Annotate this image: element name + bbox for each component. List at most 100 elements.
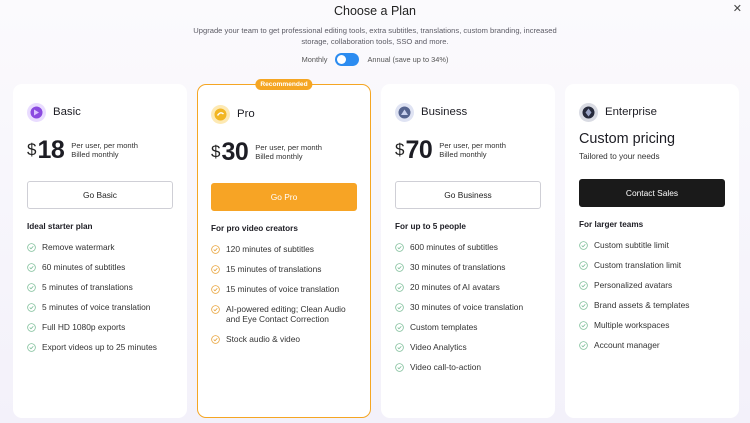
plan-header-pro: Pro [211, 104, 357, 124]
feature-text: Video Analytics [410, 342, 467, 352]
currency-symbol: $ [27, 140, 37, 159]
check-icon [211, 245, 220, 254]
page-subtitle: Upgrade your team to get professional ed… [193, 26, 557, 46]
basic-plan-icon [27, 102, 46, 122]
check-icon [395, 243, 404, 252]
feature-item: Personalized avatars [579, 280, 725, 290]
check-icon [27, 343, 36, 352]
enterprise-plan-icon [579, 102, 598, 122]
feature-text: Remove watermark [42, 242, 115, 252]
feature-list: Remove watermark 60 minutes of subtitles… [27, 242, 173, 352]
billing-toggle-row: Monthly Annual (save up to 34%) [0, 52, 750, 66]
feature-text: Account manager [594, 340, 660, 350]
feature-text: Custom translation limit [594, 260, 682, 270]
plan-header-business: Business [395, 102, 541, 122]
check-icon [579, 301, 588, 310]
go-business-button[interactable]: Go Business [395, 181, 541, 209]
price-note-line: Billed monthly [71, 150, 119, 159]
feature-item: 15 minutes of voice translation [211, 284, 357, 294]
custom-pricing-subtitle: Tailored to your needs [579, 152, 660, 161]
feature-text: Brand assets & templates [594, 300, 690, 310]
monthly-label[interactable]: Monthly [302, 55, 328, 64]
plan-tagline: For larger teams [579, 220, 644, 229]
feature-text: Multiple workspaces [594, 320, 670, 330]
feature-text: Stock audio & video [226, 334, 301, 344]
price-row: $ 70 Per user, per month Billed monthly [395, 135, 541, 165]
check-icon [579, 261, 588, 270]
check-icon [395, 343, 404, 352]
feature-item: Export videos up to 25 minutes [27, 342, 173, 352]
plan-name: Business [421, 106, 468, 118]
feature-text: 15 minutes of translations [226, 264, 322, 274]
feature-item: 5 minutes of translations [27, 282, 173, 292]
custom-pricing-title: Custom pricing [579, 131, 675, 147]
check-icon [27, 243, 36, 252]
check-icon [395, 323, 404, 332]
feature-text: 30 minutes of voice translation [410, 302, 524, 312]
feature-item: Remove watermark [27, 242, 173, 252]
plan-card-pro: Recommended Pro $ 30 Per user, per month… [197, 79, 371, 418]
go-pro-button[interactable]: Go Pro [211, 183, 357, 211]
check-icon [579, 241, 588, 250]
pro-plan-icon [211, 104, 230, 124]
check-icon [395, 303, 404, 312]
close-icon[interactable]: ✕ [733, 4, 742, 15]
feature-list: Custom subtitle limit Custom translation… [579, 240, 725, 350]
price-note: Per user, per month Billed monthly [71, 141, 138, 160]
price-row: $ 18 Per user, per month Billed monthly [27, 135, 173, 165]
price-note-line: Per user, per month [439, 140, 506, 150]
price-note-line: Per user, per month [255, 142, 322, 152]
plan-header-basic: Basic [27, 102, 173, 122]
billing-toggle[interactable] [335, 52, 360, 66]
feature-text: 20 minutes of AI avatars [410, 282, 500, 292]
feature-text: 30 minutes of translations [410, 262, 506, 272]
feature-item: 30 minutes of voice translation [395, 302, 541, 312]
contact-sales-button[interactable]: Contact Sales [579, 179, 725, 207]
check-icon [579, 321, 588, 330]
feature-item: AI-powered editing; Clean Audio and Eye … [211, 304, 357, 324]
feature-text: Custom subtitle limit [594, 240, 669, 250]
feature-list: 600 minutes of subtitles 30 minutes of t… [395, 242, 541, 372]
currency-symbol: $ [395, 140, 405, 159]
price-amount: 70 [405, 135, 433, 164]
feature-item: 120 minutes of subtitles [211, 244, 357, 254]
feature-text: Custom templates [410, 322, 478, 332]
check-icon [395, 263, 404, 272]
price-note-line: Billed monthly [439, 150, 487, 159]
check-icon [27, 283, 36, 292]
plan-header-enterprise: Enterprise [579, 102, 725, 122]
feature-text: Export videos up to 25 minutes [42, 342, 157, 352]
check-icon [579, 341, 588, 350]
feature-item: 5 minutes of voice translation [27, 302, 173, 312]
check-icon [27, 303, 36, 312]
feature-item: Stock audio & video [211, 334, 357, 344]
check-icon [211, 335, 220, 344]
feature-item: Video call-to-action [395, 362, 541, 372]
plan-tagline: Ideal starter plan [27, 222, 93, 231]
check-icon [579, 281, 588, 290]
feature-item: 60 minutes of subtitles [27, 262, 173, 272]
plan-card-basic: Basic $ 18 Per user, per month Billed mo… [13, 84, 187, 418]
feature-item: Custom subtitle limit [579, 240, 725, 250]
plan-name: Basic [53, 106, 81, 118]
feature-text: Video call-to-action [410, 362, 482, 372]
price-amount: 30 [221, 137, 249, 166]
feature-text: 120 minutes of subtitles [226, 244, 314, 254]
check-icon [211, 305, 220, 314]
check-icon [211, 265, 220, 274]
plan-header: Choose a Plan Upgrade your team to get p… [0, 0, 750, 66]
feature-item: Brand assets & templates [579, 300, 725, 310]
feature-item: 30 minutes of translations [395, 262, 541, 272]
feature-item: Custom templates [395, 322, 541, 332]
feature-item: 20 minutes of AI avatars [395, 282, 541, 292]
check-icon [395, 363, 404, 372]
feature-text: 5 minutes of voice translation [42, 302, 151, 312]
feature-text: Personalized avatars [594, 280, 673, 290]
plan-card-business: Business $ 70 Per user, per month Billed… [381, 84, 555, 418]
feature-text: 15 minutes of voice translation [226, 284, 340, 294]
annual-label[interactable]: Annual (save up to 34%) [367, 55, 448, 64]
go-basic-button[interactable]: Go Basic [27, 181, 173, 209]
price-note: Per user, per month Billed monthly [255, 143, 322, 162]
business-plan-icon [395, 102, 414, 122]
currency-symbol: $ [211, 142, 221, 161]
